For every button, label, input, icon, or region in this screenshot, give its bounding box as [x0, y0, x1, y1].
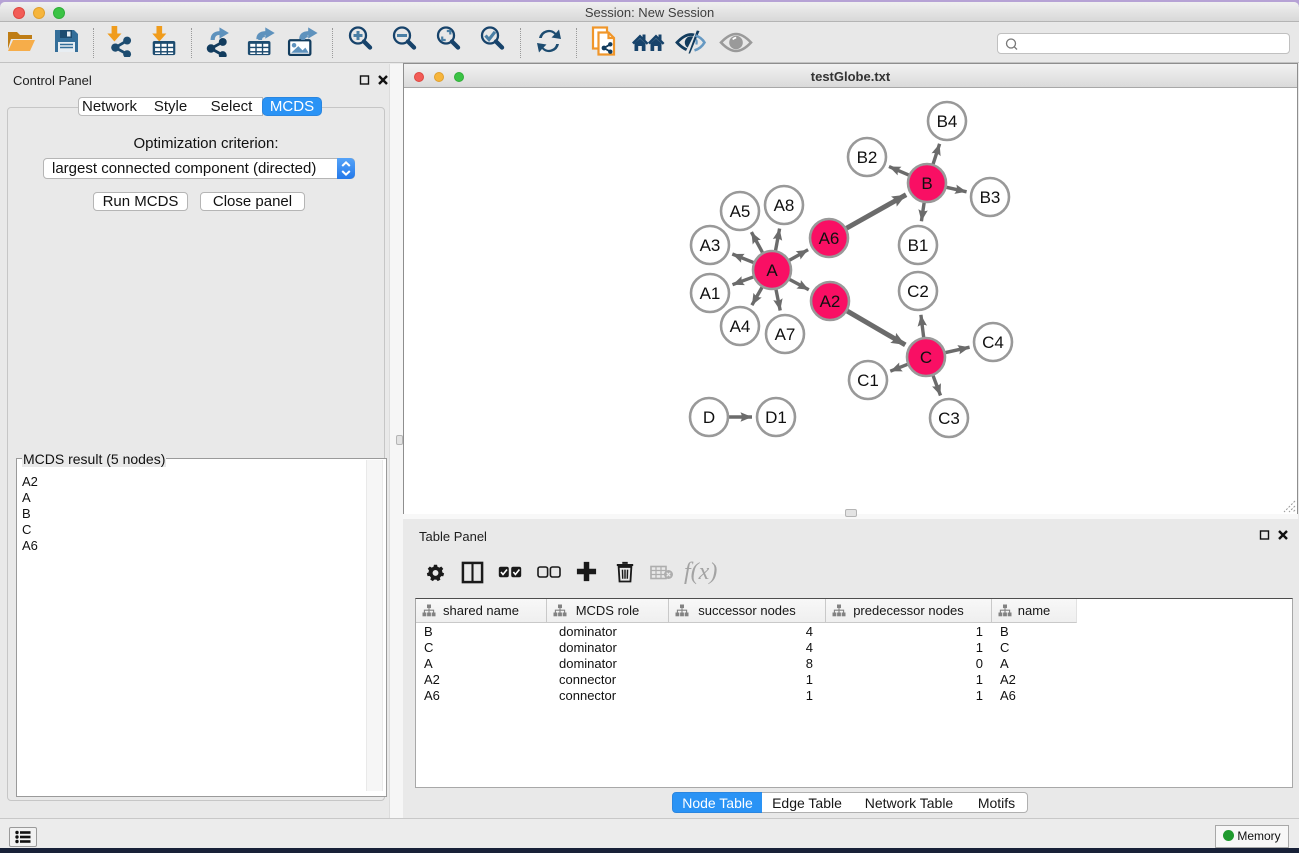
- svg-text:A2: A2: [820, 292, 841, 311]
- svg-text:A8: A8: [774, 196, 795, 215]
- svg-text:A6: A6: [819, 229, 840, 248]
- svg-text:A3: A3: [700, 236, 721, 255]
- svg-text:A4: A4: [730, 317, 751, 336]
- svg-text:A5: A5: [730, 202, 751, 221]
- svg-text:B1: B1: [908, 236, 929, 255]
- svg-text:C: C: [920, 348, 932, 367]
- svg-text:C3: C3: [938, 409, 960, 428]
- svg-text:A: A: [766, 261, 778, 280]
- svg-text:B3: B3: [980, 188, 1001, 207]
- svg-text:D1: D1: [765, 408, 787, 427]
- svg-text:A1: A1: [700, 284, 721, 303]
- svg-text:D: D: [703, 408, 715, 427]
- svg-text:B2: B2: [857, 148, 878, 167]
- svg-text:C4: C4: [982, 333, 1004, 352]
- svg-text:B: B: [921, 174, 932, 193]
- svg-text:C2: C2: [907, 282, 929, 301]
- svg-text:B4: B4: [937, 112, 958, 131]
- svg-text:A7: A7: [775, 325, 796, 344]
- svg-text:C1: C1: [857, 371, 879, 390]
